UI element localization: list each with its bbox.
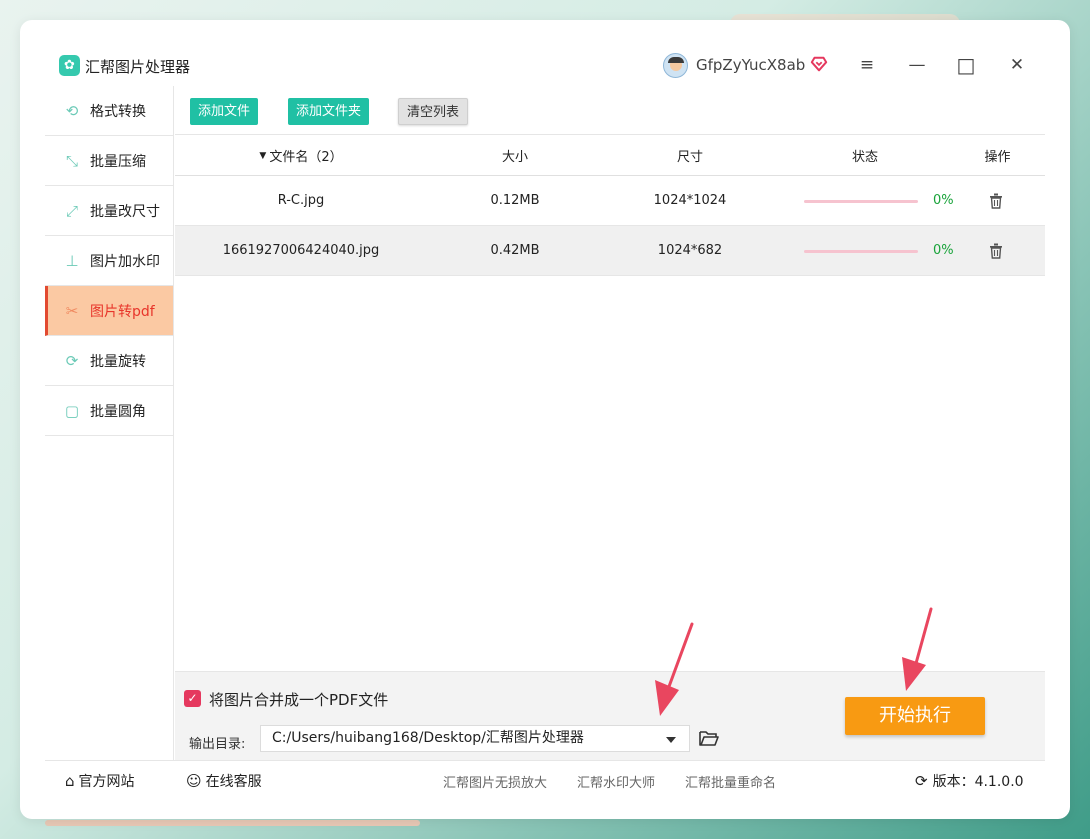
sidebar-item-label: 批量旋转 <box>90 353 146 370</box>
column-header-actions: 操作 <box>984 150 1011 165</box>
footer-link-watermark[interactable]: 汇帮水印大师 <box>577 761 655 801</box>
delete-icon[interactable] <box>989 243 1003 259</box>
file-size: 0.42MB <box>490 243 540 258</box>
progress-bar <box>804 200 918 203</box>
sidebar-item-label: 图片加水印 <box>90 253 160 270</box>
delete-icon[interactable] <box>989 193 1003 209</box>
file-dimensions: 1024*1024 <box>653 193 727 208</box>
version-info[interactable]: ⟳ 版本：4.1.0.0 <box>915 761 1024 801</box>
sidebar-item-rotate[interactable]: ⟳ 批量旋转 <box>45 336 173 386</box>
close-icon[interactable]: ✕ <box>1004 52 1030 78</box>
progress-percent: 0% <box>933 243 954 258</box>
table-header: ▼ 文件名（2） 大小 尺寸 状态 操作 <box>175 136 1045 176</box>
add-file-button[interactable]: 添加文件 <box>190 98 259 125</box>
table-row[interactable]: R-C.jpg 0.12MB 1024*1024 0% <box>175 176 1045 226</box>
annotation-arrow-start <box>902 607 933 691</box>
footer: ⌂ 官方网站 ☺ 在线客服 汇帮图片无损放大 汇帮水印大师 汇帮批量重命名 ⟳ … <box>45 760 1045 800</box>
column-header-status: 状态 <box>851 150 878 165</box>
column-header-dimensions: 尺寸 <box>676 150 703 165</box>
sidebar-item-compress[interactable]: ⤡ 批量压缩 <box>45 136 173 186</box>
menu-icon[interactable]: ≡ <box>854 52 880 78</box>
sidebar-item-label: 图片转pdf <box>90 303 155 320</box>
website-link[interactable]: ⌂ 官方网站 <box>65 761 135 801</box>
sidebar-item-image-to-pdf[interactable]: ✂ 图片转pdf <box>45 286 173 336</box>
support-link[interactable]: ☺ 在线客服 <box>186 761 262 801</box>
add-folder-button[interactable]: 添加文件夹 <box>288 98 370 125</box>
sidebar-item-label: 批量改尺寸 <box>90 203 160 220</box>
headset-icon: ☺ <box>186 772 202 790</box>
rotate-icon: ⟳ <box>65 351 79 370</box>
title-bar: ✿ 汇帮图片处理器 GfpZyYucX8ab ≡ — □ ✕ <box>20 20 1070 86</box>
clear-list-button[interactable]: 清空列表 <box>398 98 469 125</box>
sidebar-item-format-convert[interactable]: ⟲ 格式转换 <box>45 86 173 136</box>
progress-percent: 0% <box>933 193 954 208</box>
footer-link-upscale[interactable]: 汇帮图片无损放大 <box>443 761 547 801</box>
sort-down-icon: ▼ <box>259 150 267 161</box>
column-header-size: 大小 <box>501 150 528 165</box>
user-avatar[interactable] <box>663 53 688 78</box>
vip-diamond-icon[interactable] <box>810 55 828 73</box>
footer-link-rename[interactable]: 汇帮批量重命名 <box>685 761 776 801</box>
file-size: 0.12MB <box>490 193 540 208</box>
output-dir-label: 输出目录: <box>189 737 246 752</box>
sidebar-item-label: 批量压缩 <box>90 153 146 170</box>
sidebar-item-label: 格式转换 <box>90 103 146 120</box>
resize-icon: ⤢ <box>65 201 78 220</box>
file-name: 1661927006424040.jpg <box>222 243 380 258</box>
compress-icon: ⤡ <box>65 151 78 170</box>
home-icon: ⌂ <box>65 772 75 790</box>
app-title: 汇帮图片处理器 <box>85 58 191 76</box>
app-window: ✿ 汇帮图片处理器 GfpZyYucX8ab ≡ — □ ✕ ⟲ 格式转换 ⤡ … <box>20 20 1070 819</box>
chevron-down-icon <box>666 737 676 743</box>
start-button[interactable]: 开始执行 <box>845 697 985 735</box>
toolbar: 添加文件 添加文件夹 清空列表 <box>175 86 1045 135</box>
sidebar-item-resize[interactable]: ⤢ 批量改尺寸 <box>45 186 173 236</box>
annotation-arrow-output <box>655 622 694 716</box>
output-dir-select[interactable]: C:/Users/huibang168/Desktop/汇帮图片处理器 <box>260 725 690 752</box>
sidebar-item-round-corner[interactable]: ▢ 批量圆角 <box>45 386 173 436</box>
sidebar: ⟲ 格式转换 ⤡ 批量压缩 ⤢ 批量改尺寸 ⊥ 图片加水印 ✂ 图片转pdf ⟳… <box>45 86 174 760</box>
folder-open-icon[interactable] <box>699 729 719 747</box>
username[interactable]: GfpZyYucX8ab <box>696 56 805 74</box>
pdf-icon: ✂ <box>65 301 79 320</box>
progress-bar <box>804 250 918 253</box>
merge-pdf-label[interactable]: 将图片合并成一个PDF文件 <box>209 689 388 710</box>
table-row[interactable]: 1661927006424040.jpg 0.42MB 1024*682 0% <box>175 226 1045 276</box>
sidebar-item-watermark[interactable]: ⊥ 图片加水印 <box>45 236 173 286</box>
app-logo-icon: ✿ <box>59 55 80 76</box>
minimize-icon[interactable]: — <box>904 52 930 78</box>
output-dir-value: C:/Users/huibang168/Desktop/汇帮图片处理器 <box>272 730 584 746</box>
sidebar-item-label: 批量圆角 <box>90 403 146 420</box>
maximize-icon[interactable]: □ <box>953 52 979 78</box>
round-corner-icon: ▢ <box>64 401 80 420</box>
file-name: R-C.jpg <box>277 193 325 208</box>
format-convert-icon: ⟲ <box>65 101 79 120</box>
refresh-icon: ⟳ <box>915 772 928 790</box>
watermark-icon: ⊥ <box>65 251 79 270</box>
merge-pdf-checkbox[interactable]: ✓ <box>184 690 201 707</box>
file-dimensions: 1024*682 <box>657 243 723 258</box>
background-decoration-bar <box>45 820 420 826</box>
column-header-name[interactable]: ▼ 文件名（2） <box>175 136 427 175</box>
